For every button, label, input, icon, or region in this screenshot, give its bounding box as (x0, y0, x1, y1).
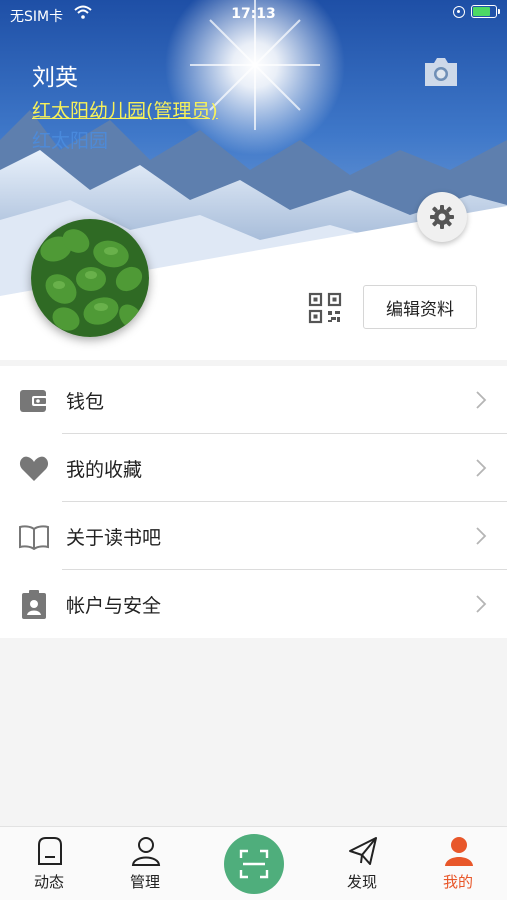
wallet-icon (20, 390, 48, 412)
menu-item-about[interactable]: 关于读书吧 (0, 502, 507, 570)
chevron-right-icon (476, 595, 487, 613)
chevron-right-icon (476, 527, 487, 545)
tab-mine[interactable]: 我的 (423, 835, 493, 895)
menu-item-wallet[interactable]: 钱包 (0, 366, 507, 434)
gear-icon (430, 205, 454, 229)
tab-discover[interactable]: 发现 (327, 835, 397, 895)
person-icon (131, 837, 161, 866)
settings-button[interactable] (417, 192, 467, 242)
menu-item-label: 我的收藏 (66, 458, 143, 481)
heart-icon (19, 456, 49, 481)
menu-item-label: 帐户与安全 (66, 594, 162, 617)
user-filled-icon (445, 837, 473, 866)
user-school: 红太阳园 (32, 130, 109, 152)
paper-plane-icon (349, 837, 377, 865)
tab-manage[interactable]: 管理 (110, 835, 180, 895)
edit-profile-button[interactable]: 编辑资料 (363, 285, 477, 329)
tab-label: 我的 (442, 873, 473, 891)
tab-feed[interactable]: 动态 (14, 835, 84, 895)
settings-menu: 钱包 我的收藏 关于读书吧 帐户与安全 (0, 366, 507, 638)
clover-avatar-image (31, 219, 149, 337)
tab-label: 管理 (129, 873, 160, 891)
status-bar: 无SIM卡 17:13 (0, 0, 507, 28)
menu-item-label: 钱包 (66, 390, 105, 413)
chevron-right-icon (476, 391, 487, 409)
scan-button[interactable] (224, 834, 284, 894)
avatar[interactable] (31, 219, 149, 337)
orientation-lock-icon (453, 5, 465, 18)
menu-item-label: 关于读书吧 (66, 526, 162, 549)
user-role-link[interactable]: 红太阳幼儿园(管理员) (32, 96, 218, 123)
battery-icon (471, 5, 500, 18)
user-name: 刘英 (32, 65, 78, 91)
tab-label: 动态 (33, 873, 64, 891)
camera-icon[interactable] (422, 54, 460, 90)
scan-icon (239, 849, 269, 879)
tab-label: 发现 (346, 873, 377, 891)
qr-code-icon[interactable] (308, 292, 342, 324)
home-icon (38, 837, 62, 865)
chevron-right-icon (476, 459, 487, 477)
book-icon (19, 525, 49, 550)
menu-item-account-security[interactable]: 帐户与安全 (0, 570, 507, 638)
badge-icon (22, 590, 46, 619)
clock: 17:13 (231, 6, 276, 22)
menu-item-favorites[interactable]: 我的收藏 (0, 434, 507, 502)
